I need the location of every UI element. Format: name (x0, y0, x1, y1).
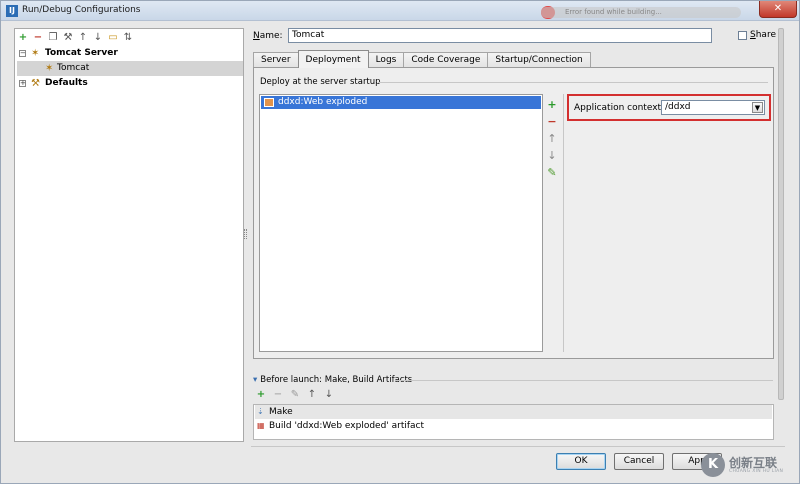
watermark-subtext: CHUANG XIN HU LIAN (729, 468, 784, 474)
before-launch-list: ⇣ Make ▦ Build 'ddxd:Web exploded' artif… (253, 404, 774, 440)
watermark-logo: K (701, 453, 725, 477)
title-bar: IJ Run/Debug Configurations Error found … (1, 1, 799, 21)
move-up-icon[interactable]: ↑ (307, 390, 317, 400)
before-launch-title[interactable]: ▾ Before launch: Make, Build Artifacts (253, 375, 412, 385)
move-down-icon[interactable]: ↓ (93, 32, 103, 43)
watermark-text-block: 创新互联 CHUANG XIN HU LIAN (729, 457, 783, 474)
list-item-label: Make (269, 407, 293, 417)
wrench-icon: ⚒ (31, 78, 40, 89)
divider (395, 380, 773, 381)
configuration-tree: − ✶ Tomcat Server ✶ Tomcat + ⚒ Defaults (17, 46, 243, 91)
application-context-select[interactable]: /ddxd ▼ (661, 100, 765, 115)
tree-item-label: Defaults (45, 78, 88, 88)
add-icon[interactable]: + (18, 32, 28, 43)
vertical-scrollbar[interactable] (777, 28, 785, 406)
tab-startup-connection[interactable]: Startup/Connection (487, 52, 591, 68)
tab-code-coverage[interactable]: Code Coverage (403, 52, 489, 68)
wrench-icon[interactable]: ⚒ (63, 32, 73, 43)
tab-deployment[interactable]: Deployment (297, 50, 369, 68)
watermark: K 创新互联 CHUANG XIN HU LIAN (701, 449, 799, 481)
tree-item-tomcat-server[interactable]: − ✶ Tomcat Server (17, 46, 243, 61)
application-context-label: Application context: (574, 103, 665, 113)
deploy-artifact-list: ddxd:Web exploded (259, 94, 543, 352)
list-item[interactable]: ddxd:Web exploded (261, 96, 541, 109)
move-up-icon[interactable]: ↑ (545, 130, 559, 147)
list-item-label: Build 'ddxd:Web exploded' artifact (269, 421, 425, 431)
close-button[interactable]: ✕ (759, 1, 797, 18)
add-icon[interactable]: + (545, 96, 559, 113)
build-artifact-icon: ▦ (257, 421, 265, 430)
deploy-section-title: Deploy at the server startup (260, 77, 381, 87)
list-item[interactable]: ⇣ Make (255, 405, 772, 419)
app-icon: IJ (6, 5, 18, 17)
ok-button[interactable]: OK (556, 453, 606, 470)
tab-server[interactable]: Server (253, 52, 299, 68)
deploy-toolbar: + − ↑ ↓ ✎ (545, 96, 559, 181)
watermark-text: 创新互联 (729, 455, 778, 470)
tomcat-icon: ✶ (31, 48, 40, 59)
move-down-icon[interactable]: ↓ (545, 147, 559, 164)
window-title: Run/Debug Configurations (22, 5, 141, 15)
divider (563, 94, 564, 352)
scroll-thumb[interactable] (778, 28, 784, 400)
move-up-icon[interactable]: ↑ (78, 32, 88, 43)
tree-item-label: Tomcat (57, 63, 90, 73)
remove-icon[interactable]: − (273, 390, 283, 400)
copy-icon[interactable]: ❐ (48, 32, 58, 43)
add-icon[interactable]: + (256, 390, 266, 400)
move-down-icon[interactable]: ↓ (324, 390, 334, 400)
share-label: Share (750, 30, 776, 40)
list-item[interactable]: ▦ Build 'ddxd:Web exploded' artifact (255, 419, 772, 433)
edit-icon[interactable]: ✎ (290, 390, 300, 400)
edit-icon[interactable]: ✎ (545, 164, 559, 181)
name-label: Name: (253, 31, 283, 41)
list-item-label: ddxd:Web exploded (278, 97, 368, 107)
expand-icon[interactable]: + (19, 80, 26, 87)
checkbox[interactable] (738, 30, 747, 40)
tree-item-defaults[interactable]: + ⚒ Defaults (17, 76, 243, 91)
chevron-down-icon[interactable]: ▼ (752, 102, 763, 113)
deployment-panel: Deploy at the server startup ddxd:Web ex… (253, 67, 774, 359)
collapse-icon[interactable]: − (19, 50, 26, 57)
tree-toolbar: + − ❐ ⚒ ↑ ↓ ▭ ⇅ (18, 31, 133, 44)
run-debug-dialog: IJ Run/Debug Configurations Error found … (0, 0, 800, 484)
application-context-value: /ddxd (665, 102, 691, 112)
name-field[interactable]: Tomcat (288, 28, 712, 43)
before-launch-toolbar: + − ✎ ↑ ↓ (256, 390, 334, 400)
notification-banner[interactable]: Error found while building... (541, 7, 741, 18)
tomcat-icon: ✶ (45, 63, 54, 74)
tab-logs[interactable]: Logs (367, 52, 405, 68)
divider (251, 446, 785, 447)
share-checkbox[interactable]: Share (738, 30, 776, 40)
make-icon: ⇣ (257, 407, 264, 416)
remove-icon[interactable]: − (33, 32, 43, 43)
tree-item-tomcat[interactable]: ✶ Tomcat (17, 61, 243, 76)
tree-item-label: Tomcat Server (45, 48, 118, 58)
divider (378, 82, 768, 83)
configuration-tree-panel: + − ❐ ⚒ ↑ ↓ ▭ ⇅ − ✶ Tomcat Server ✶ Tomc… (14, 28, 244, 442)
chevron-down-icon[interactable]: ▾ (253, 375, 257, 385)
cancel-button[interactable]: Cancel (614, 453, 664, 470)
folder-icon[interactable]: ▭ (108, 32, 118, 43)
panel-splitter[interactable] (244, 229, 247, 239)
artifact-icon (264, 98, 274, 107)
remove-icon[interactable]: − (545, 113, 559, 130)
sort-icon[interactable]: ⇅ (123, 32, 133, 43)
config-tabs: Server Deployment Logs Code Coverage Sta… (253, 50, 591, 68)
application-context-highlight: Application context: /ddxd ▼ (567, 94, 771, 121)
